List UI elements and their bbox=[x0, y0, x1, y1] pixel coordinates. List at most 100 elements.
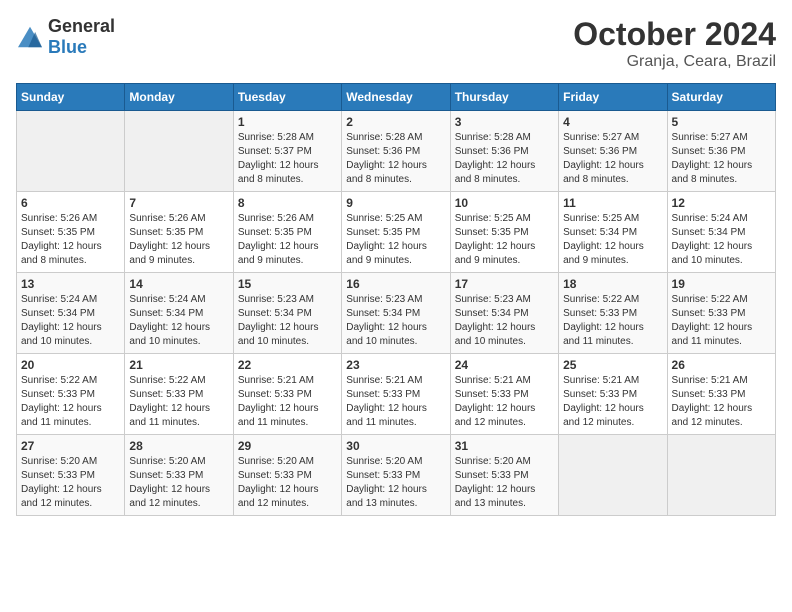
calendar-cell: 27Sunrise: 5:20 AM Sunset: 5:33 PM Dayli… bbox=[17, 435, 125, 516]
title-block: October 2024 Granja, Ceara, Brazil bbox=[573, 16, 776, 71]
calendar-cell: 5Sunrise: 5:27 AM Sunset: 5:36 PM Daylig… bbox=[667, 111, 775, 192]
day-info: Sunrise: 5:25 AM Sunset: 5:35 PM Dayligh… bbox=[346, 212, 445, 268]
calendar-cell: 2Sunrise: 5:28 AM Sunset: 5:36 PM Daylig… bbox=[342, 111, 450, 192]
calendar-cell: 12Sunrise: 5:24 AM Sunset: 5:34 PM Dayli… bbox=[667, 192, 775, 273]
calendar-cell: 14Sunrise: 5:24 AM Sunset: 5:34 PM Dayli… bbox=[125, 273, 233, 354]
day-info: Sunrise: 5:27 AM Sunset: 5:36 PM Dayligh… bbox=[563, 131, 662, 187]
day-info: Sunrise: 5:23 AM Sunset: 5:34 PM Dayligh… bbox=[455, 293, 554, 349]
day-info: Sunrise: 5:22 AM Sunset: 5:33 PM Dayligh… bbox=[563, 293, 662, 349]
page-header: General Blue October 2024 Granja, Ceara,… bbox=[16, 16, 776, 71]
calendar-cell: 23 Sunrise: 5:21 AM Sunset: 5:33 PM Dayli… bbox=[342, 354, 450, 435]
calendar-cell: 22 Sunrise: 5:21 AM Sunset: 5:33 PM Dayli… bbox=[233, 354, 341, 435]
day-number: 5 bbox=[672, 115, 771, 129]
calendar-cell: 29Sunrise: 5:20 AM Sunset: 5:33 PM Dayli… bbox=[233, 435, 341, 516]
calendar-cell: 7 Sunrise: 5:26 AM Sunset: 5:35 PM Daylig… bbox=[125, 192, 233, 273]
day-number: 1 bbox=[238, 115, 337, 129]
logo-blue: Blue bbox=[48, 37, 87, 57]
calendar-cell bbox=[125, 111, 233, 192]
day-info: Sunrise: 5:21 AM Sunset: 5:33 PM Dayligh… bbox=[672, 374, 771, 430]
month-title: October 2024 bbox=[573, 16, 776, 53]
calendar-cell: 20 Sunrise: 5:22 AM Sunset: 5:33 PM Dayli… bbox=[17, 354, 125, 435]
calendar-cell: 19Sunrise: 5:22 AM Sunset: 5:33 PM Dayli… bbox=[667, 273, 775, 354]
location-title: Granja, Ceara, Brazil bbox=[573, 53, 776, 71]
calendar-cell: 28 Sunrise: 5:20 AM Sunset: 5:33 PM Dayli… bbox=[125, 435, 233, 516]
day-info: Sunrise: 5:25 AM Sunset: 5:34 PM Dayligh… bbox=[563, 212, 662, 268]
calendar-cell: 11 Sunrise: 5:25 AM Sunset: 5:34 PM Dayli… bbox=[559, 192, 667, 273]
weekday-header-row: SundayMondayTuesdayWednesdayThursdayFrid… bbox=[17, 84, 776, 111]
calendar-cell bbox=[667, 435, 775, 516]
calendar-cell: 3 Sunrise: 5:28 AM Sunset: 5:36 PM Daylig… bbox=[450, 111, 558, 192]
day-number: 18 bbox=[563, 277, 662, 291]
day-number: 20 bbox=[21, 358, 120, 372]
day-number: 11 bbox=[563, 196, 662, 210]
day-info: Sunrise: 5:20 AM Sunset: 5:33 PM Dayligh… bbox=[21, 455, 120, 511]
day-number: 10 bbox=[455, 196, 554, 210]
day-number: 21 bbox=[129, 358, 228, 372]
day-number: 16 bbox=[346, 277, 445, 291]
day-number: 25 bbox=[563, 358, 662, 372]
day-info: Sunrise: 5:22 AM Sunset: 5:33 PM Dayligh… bbox=[672, 293, 771, 349]
calendar-week-row: 13 Sunrise: 5:24 AM Sunset: 5:34 PM Dayli… bbox=[17, 273, 776, 354]
day-info: Sunrise: 5:28 AM Sunset: 5:36 PM Dayligh… bbox=[455, 131, 554, 187]
calendar-cell: 16 Sunrise: 5:23 AM Sunset: 5:34 PM Dayli… bbox=[342, 273, 450, 354]
day-info: Sunrise: 5:28 AM Sunset: 5:37 PM Dayligh… bbox=[238, 131, 337, 187]
calendar-cell: 26 Sunrise: 5:21 AM Sunset: 5:33 PM Dayli… bbox=[667, 354, 775, 435]
calendar-cell: 4 Sunrise: 5:27 AM Sunset: 5:36 PM Daylig… bbox=[559, 111, 667, 192]
day-info: Sunrise: 5:22 AM Sunset: 5:33 PM Dayligh… bbox=[129, 374, 228, 430]
day-info: Sunrise: 5:26 AM Sunset: 5:35 PM Dayligh… bbox=[238, 212, 337, 268]
weekday-header-tuesday: Tuesday bbox=[233, 84, 341, 111]
day-info: Sunrise: 5:26 AM Sunset: 5:35 PM Dayligh… bbox=[129, 212, 228, 268]
calendar-cell: 1 Sunrise: 5:28 AM Sunset: 5:37 PM Daylig… bbox=[233, 111, 341, 192]
calendar-week-row: 1 Sunrise: 5:28 AM Sunset: 5:37 PM Daylig… bbox=[17, 111, 776, 192]
weekday-header-saturday: Saturday bbox=[667, 84, 775, 111]
day-info: Sunrise: 5:24 AM Sunset: 5:34 PM Dayligh… bbox=[21, 293, 120, 349]
day-number: 29 bbox=[238, 439, 337, 453]
day-number: 14 bbox=[129, 277, 228, 291]
calendar-week-row: 20 Sunrise: 5:22 AM Sunset: 5:33 PM Dayli… bbox=[17, 354, 776, 435]
calendar-cell: 31 Sunrise: 5:20 AM Sunset: 5:33 PM Dayli… bbox=[450, 435, 558, 516]
calendar-cell: 9 Sunrise: 5:25 AM Sunset: 5:35 PM Daylig… bbox=[342, 192, 450, 273]
calendar-cell: 6 Sunrise: 5:26 AM Sunset: 5:35 PM Daylig… bbox=[17, 192, 125, 273]
day-number: 24 bbox=[455, 358, 554, 372]
day-info: Sunrise: 5:24 AM Sunset: 5:34 PM Dayligh… bbox=[672, 212, 771, 268]
day-number: 28 bbox=[129, 439, 228, 453]
day-number: 31 bbox=[455, 439, 554, 453]
day-number: 3 bbox=[455, 115, 554, 129]
day-number: 9 bbox=[346, 196, 445, 210]
day-number: 4 bbox=[563, 115, 662, 129]
calendar-cell: 18 Sunrise: 5:22 AM Sunset: 5:33 PM Dayli… bbox=[559, 273, 667, 354]
day-info: Sunrise: 5:25 AM Sunset: 5:35 PM Dayligh… bbox=[455, 212, 554, 268]
weekday-header-thursday: Thursday bbox=[450, 84, 558, 111]
day-info: Sunrise: 5:21 AM Sunset: 5:33 PM Dayligh… bbox=[455, 374, 554, 430]
logo: General Blue bbox=[16, 16, 115, 58]
calendar-cell: 25 Sunrise: 5:21 AM Sunset: 5:33 PM Dayli… bbox=[559, 354, 667, 435]
day-info: Sunrise: 5:20 AM Sunset: 5:33 PM Dayligh… bbox=[455, 455, 554, 511]
day-info: Sunrise: 5:21 AM Sunset: 5:33 PM Dayligh… bbox=[563, 374, 662, 430]
day-number: 7 bbox=[129, 196, 228, 210]
day-number: 23 bbox=[346, 358, 445, 372]
day-info: Sunrise: 5:20 AM Sunset: 5:33 PM Dayligh… bbox=[129, 455, 228, 511]
day-info: Sunrise: 5:21 AM Sunset: 5:33 PM Dayligh… bbox=[346, 374, 445, 430]
logo-icon bbox=[16, 25, 44, 49]
day-number: 15 bbox=[238, 277, 337, 291]
day-number: 6 bbox=[21, 196, 120, 210]
day-info: Sunrise: 5:22 AM Sunset: 5:33 PM Dayligh… bbox=[21, 374, 120, 430]
logo-general: General bbox=[48, 16, 115, 36]
weekday-header-sunday: Sunday bbox=[17, 84, 125, 111]
calendar-week-row: 6 Sunrise: 5:26 AM Sunset: 5:35 PM Daylig… bbox=[17, 192, 776, 273]
weekday-header-monday: Monday bbox=[125, 84, 233, 111]
day-info: Sunrise: 5:21 AM Sunset: 5:33 PM Dayligh… bbox=[238, 374, 337, 430]
calendar-cell: 13 Sunrise: 5:24 AM Sunset: 5:34 PM Dayli… bbox=[17, 273, 125, 354]
weekday-header-wednesday: Wednesday bbox=[342, 84, 450, 111]
day-info: Sunrise: 5:26 AM Sunset: 5:35 PM Dayligh… bbox=[21, 212, 120, 268]
day-number: 22 bbox=[238, 358, 337, 372]
day-info: Sunrise: 5:23 AM Sunset: 5:34 PM Dayligh… bbox=[346, 293, 445, 349]
calendar-cell bbox=[559, 435, 667, 516]
day-number: 26 bbox=[672, 358, 771, 372]
day-number: 2 bbox=[346, 115, 445, 129]
day-number: 13 bbox=[21, 277, 120, 291]
weekday-header-friday: Friday bbox=[559, 84, 667, 111]
calendar-cell: 30Sunrise: 5:20 AM Sunset: 5:33 PM Dayli… bbox=[342, 435, 450, 516]
day-number: 17 bbox=[455, 277, 554, 291]
calendar-cell: 8Sunrise: 5:26 AM Sunset: 5:35 PM Daylig… bbox=[233, 192, 341, 273]
